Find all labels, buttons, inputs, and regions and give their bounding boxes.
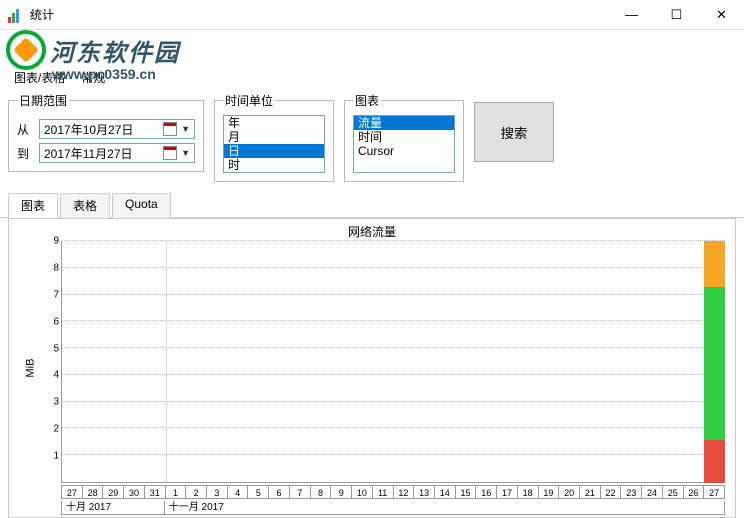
x-tick: 6 [269,485,290,499]
tab-quota[interactable]: Quota [112,193,171,218]
x-tick: 31 [145,485,166,499]
x-tick: 17 [497,485,518,499]
x-tick: 27 [704,485,725,499]
close-button[interactable]: ✕ [699,0,744,30]
to-label: 到 [17,145,33,162]
x-tick: 26 [684,485,705,499]
tab-chart[interactable]: 图表 [8,193,58,218]
bar-segment [704,287,725,440]
y-tick: 9 [53,236,59,247]
x-tick: 8 [311,485,332,499]
search-button[interactable]: 搜索 [474,102,554,162]
stacked-bar [704,241,725,483]
y-tick: 8 [53,262,59,273]
x-tick: 14 [435,485,456,499]
chart-type-listbox[interactable]: 流量时间Cursor [353,115,455,173]
bar-segment [704,440,725,483]
x-tick: 27 [61,485,83,499]
time-unit-fieldset: 时间单位 年月日时 [214,92,334,182]
menu-chart-table[interactable]: 图表/表格 [6,67,73,88]
chart-type-option[interactable]: 时间 [354,130,454,144]
controls-row: 日期范围 从 2017年10月27日 ▼ 到 2017年11月27日 ▼ [0,88,744,188]
y-axis-label: MiB [24,359,36,378]
y-tick: 4 [53,370,59,381]
date-range-legend: 日期范围 [17,92,69,109]
sub-tabs: 图表 表格 Quota [0,192,744,218]
y-tick: 7 [53,289,59,300]
watermark-logo-icon [6,30,46,70]
y-tick: 2 [53,424,59,435]
menu-general[interactable]: 常规 [73,67,113,88]
x-month-label: 十一月 2017 [165,501,725,515]
titlebar: 统计 — ☐ ✕ [0,0,744,30]
chevron-down-icon: ▼ [181,124,190,134]
from-label: 从 [17,121,33,138]
bar-segment [704,241,725,287]
x-tick: 5 [248,485,269,499]
watermark-brand: 河东软件园 [50,33,180,68]
menubar: 图表/表格 常规 [0,66,744,88]
x-tick: 29 [103,485,124,499]
y-tick: 3 [53,397,59,408]
x-tick: 3 [207,485,228,499]
to-date-value: 2017年11月27日 [44,145,133,162]
x-tick: 23 [621,485,642,499]
time-unit-legend: 时间单位 [223,92,275,109]
from-date-picker[interactable]: 2017年10月27日 ▼ [39,119,195,139]
y-tick: 1 [53,451,59,462]
x-tick: 28 [83,485,104,499]
x-tick: 16 [476,485,497,499]
tab-table[interactable]: 表格 [60,193,110,218]
x-tick: 10 [352,485,373,499]
y-tick: 6 [53,316,59,327]
time-unit-option[interactable]: 年 [224,116,324,130]
time-unit-option[interactable]: 月 [224,130,324,144]
x-tick: 12 [394,485,415,499]
x-tick: 22 [601,485,622,499]
x-tick: 20 [559,485,580,499]
x-tick: 25 [663,485,684,499]
y-ticks: 123456789 [45,241,59,483]
y-tick: 5 [53,343,59,354]
x-tick: 2 [186,485,207,499]
x-tick: 15 [456,485,477,499]
x-tick: 1 [166,485,187,499]
grid [61,241,725,483]
x-ticks: 2728293031123456789101112131415161718192… [61,485,725,501]
minimize-button[interactable]: — [609,0,654,30]
chevron-down-icon: ▼ [181,148,190,158]
time-unit-listbox[interactable]: 年月日时 [223,115,325,173]
x-tick: 18 [518,485,539,499]
chart-type-legend: 图表 [353,92,381,109]
x-tick: 24 [642,485,663,499]
chart-type-fieldset: 图表 流量时间Cursor [344,92,464,182]
app-icon [8,7,24,23]
calendar-icon [163,146,177,160]
x-months: 十月 2017十一月 2017 [61,501,725,515]
maximize-button[interactable]: ☐ [654,0,699,30]
x-tick: 9 [331,485,352,499]
window-title: 统计 [30,6,609,23]
x-tick: 21 [580,485,601,499]
x-tick: 4 [228,485,249,499]
time-unit-option[interactable]: 时 [224,158,324,172]
chart-type-option[interactable]: Cursor [354,144,454,158]
x-tick: 19 [539,485,560,499]
chart-type-option[interactable]: 流量 [354,116,454,130]
date-range-fieldset: 日期范围 从 2017年10月27日 ▼ 到 2017年11月27日 ▼ [8,92,204,172]
x-tick: 7 [290,485,311,499]
calendar-icon [163,122,177,136]
x-month-label: 十月 2017 [61,501,165,515]
time-unit-option[interactable]: 日 [224,144,324,158]
x-tick: 11 [373,485,394,499]
from-date-value: 2017年10月27日 [44,121,133,138]
x-tick: 13 [414,485,435,499]
to-date-picker[interactable]: 2017年11月27日 ▼ [39,143,195,163]
x-tick: 30 [124,485,145,499]
chart-area: 网络流量 MiB 123456789 272829303112345678910… [8,218,736,518]
plot-area [61,241,725,483]
